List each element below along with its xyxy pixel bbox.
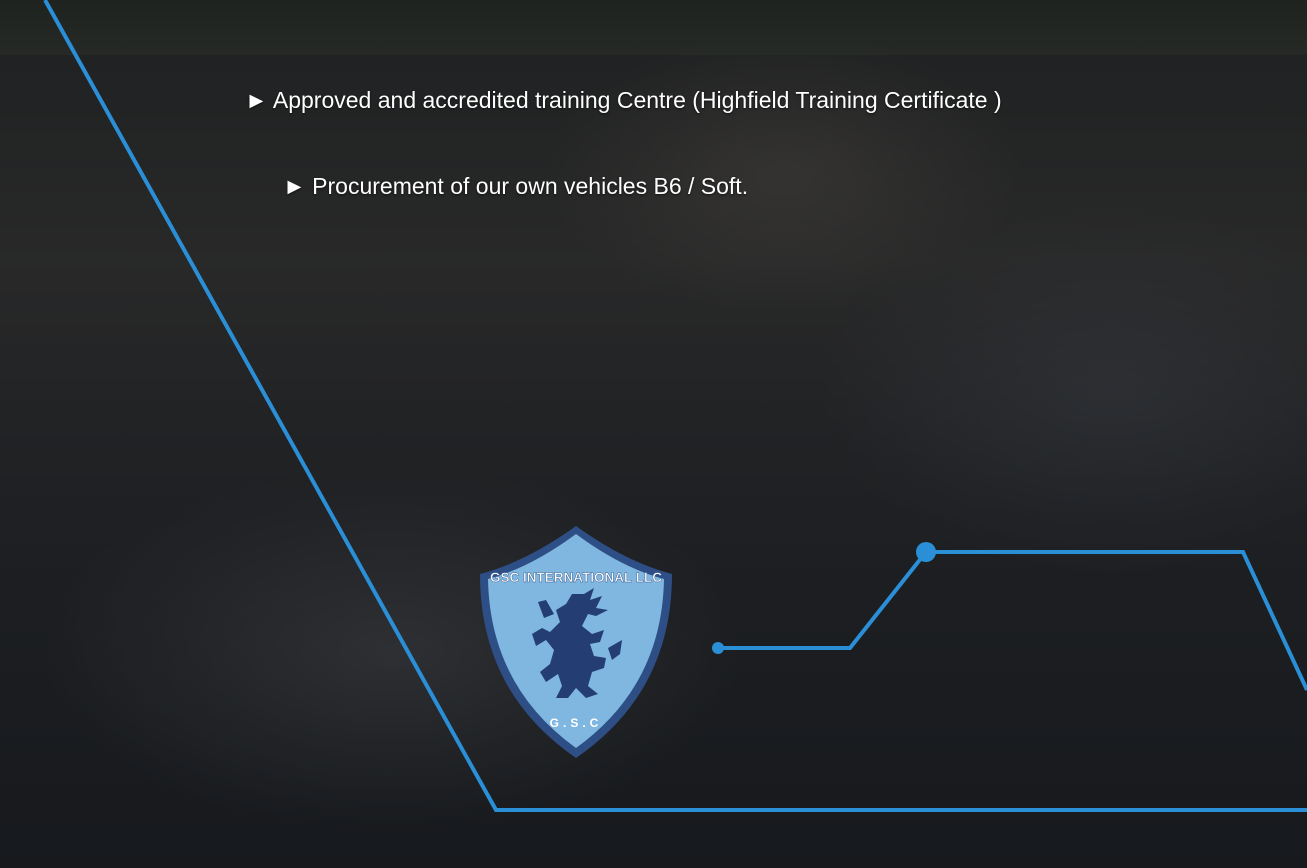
diagonal-frame-line <box>43 0 1307 812</box>
connector-line <box>718 550 1307 691</box>
crest-bottom-text: G.S.C <box>550 716 603 730</box>
connector-dot-small <box>712 642 724 654</box>
bullet-training-centre: ► Approved and accredited training Centr… <box>245 87 1002 113</box>
crest-top-text: GSC INTERNATIONAL LLC <box>490 570 662 585</box>
connector-dot-large <box>916 542 936 562</box>
bullet-vehicle-procurement: ► Procurement of our own vehicles B6 / S… <box>283 173 749 199</box>
gsc-crest-logo: GSC INTERNATIONAL LLC G.S.C <box>480 526 672 758</box>
